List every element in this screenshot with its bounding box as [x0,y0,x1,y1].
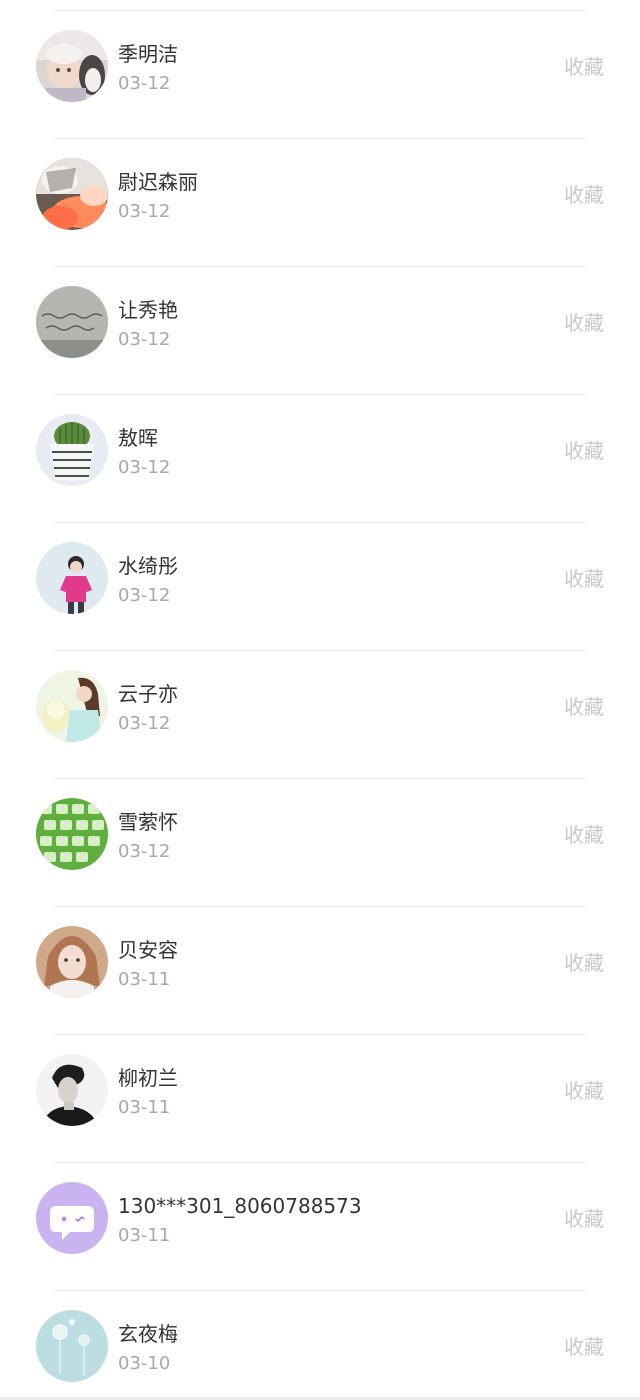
contact-row[interactable]: 水绮彤 03-12 收藏 [0,523,640,651]
favorite-button[interactable]: 收藏 [564,950,604,976]
favorite-button[interactable]: 收藏 [564,438,604,464]
avatar[interactable] [36,1054,108,1126]
contact-row[interactable]: 贝安容 03-11 收藏 [0,907,640,1035]
person-in-pink-sweater-photo-icon [36,542,108,614]
baby-with-husky-photo-icon [36,30,108,102]
avatar[interactable] [36,1310,108,1382]
favorite-button[interactable]: 收藏 [564,566,604,592]
contact-date: 03-12 [118,457,171,478]
young-woman-portrait-photo-icon [36,926,108,998]
contact-date: 03-12 [118,73,171,94]
contact-row[interactable]: 让秀艳 03-12 收藏 [0,267,640,395]
contact-date: 03-12 [118,201,171,222]
dandelion-light-blue-photo-icon [36,1310,108,1382]
contact-date: 03-12 [118,841,171,862]
contact-date: 03-12 [118,713,171,734]
favorite-button[interactable]: 收藏 [564,822,604,848]
contact-name: 云子亦 [118,682,178,706]
avatar[interactable] [36,798,108,870]
favorite-button[interactable]: 收藏 [564,54,604,80]
avatar[interactable] [36,542,108,614]
contact-name: 雪萦怀 [118,810,178,834]
avatar[interactable] [36,670,108,742]
potted-cactus-photo-icon [36,414,108,486]
favorite-button[interactable]: 收藏 [564,1206,604,1232]
contact-date: 03-11 [118,969,171,990]
man-black-and-white-portrait-photo-icon [36,1054,108,1126]
default-chat-bubble-avatar-icon [36,1182,108,1254]
favorite-button[interactable]: 收藏 [564,182,604,208]
favorite-button[interactable]: 收藏 [564,1078,604,1104]
contact-row[interactable]: 云子亦 03-12 收藏 [0,651,640,779]
avatar[interactable] [36,286,108,358]
contact-row[interactable]: 玄夜梅 03-10 收藏 [0,1291,640,1400]
green-keyboard-keys-photo-icon [36,798,108,870]
avatar[interactable] [36,926,108,998]
contact-name: 玄夜梅 [118,1322,178,1346]
girl-with-plush-toy-photo-icon [36,670,108,742]
contact-name: 季明洁 [118,42,178,66]
contact-date: 03-12 [118,585,171,606]
contact-row[interactable]: 雪萦怀 03-12 收藏 [0,779,640,907]
contact-row[interactable]: 130***301_8060788573 03-11 收藏 [0,1163,640,1291]
handwritten-note-photo-icon [36,286,108,358]
favorite-button[interactable]: 收藏 [564,1334,604,1360]
avatar[interactable] [36,30,108,102]
contact-row[interactable]: 柳初兰 03-11 收藏 [0,1035,640,1163]
contact-date: 03-11 [118,1225,171,1246]
contact-row[interactable]: 季明洁 03-12 收藏 [0,11,640,139]
contact-name: 让秀艳 [118,298,178,322]
contact-name: 130***301_8060788573 [118,1194,362,1218]
contact-row[interactable]: 敖晖 03-12 收藏 [0,395,640,523]
avatar[interactable] [36,1182,108,1254]
contact-date: 03-10 [118,1353,171,1374]
contact-name: 贝安容 [118,938,178,962]
contact-name: 敖晖 [118,426,158,450]
contact-list: 季明洁 03-12 收藏 尉迟森丽 03-12 收藏 让秀艳 03-12 收藏 … [0,0,640,1400]
avatar[interactable] [36,414,108,486]
favorite-button[interactable]: 收藏 [564,310,604,336]
favorite-button[interactable]: 收藏 [564,694,604,720]
avatar[interactable] [36,158,108,230]
contact-date: 03-12 [118,329,171,350]
contact-row[interactable]: 尉迟森丽 03-12 收藏 [0,139,640,267]
contact-name: 尉迟森丽 [118,170,198,194]
contact-date: 03-11 [118,1097,171,1118]
contact-name: 水绮彤 [118,554,178,578]
butterfly-on-orange-flowers-photo-icon [36,158,108,230]
contact-name: 柳初兰 [118,1066,178,1090]
